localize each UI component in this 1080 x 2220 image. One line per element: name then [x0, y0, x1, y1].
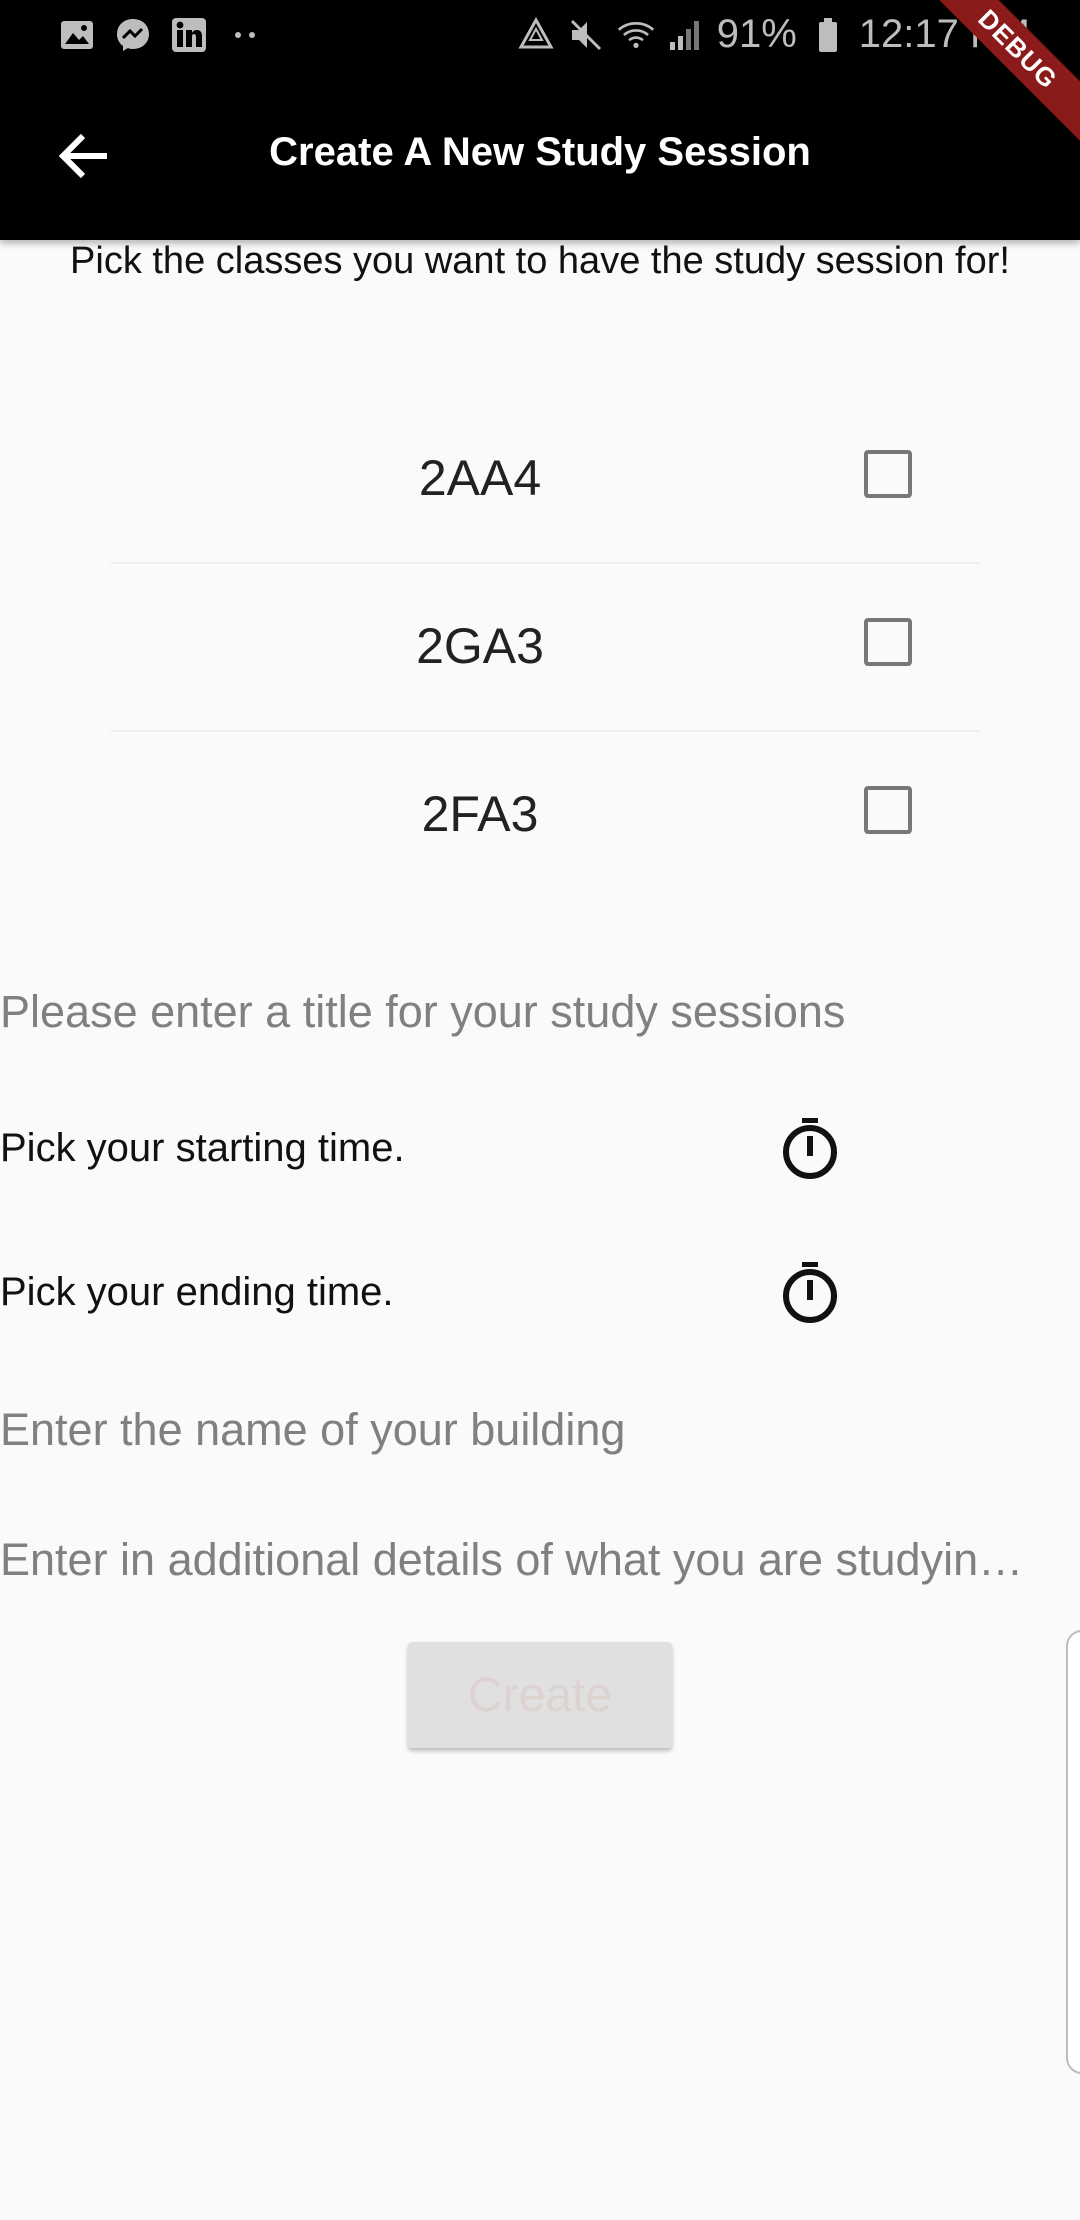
status-bar: 91% 12:17 PM	[0, 0, 1080, 72]
end-time-button[interactable]	[776, 1260, 844, 1328]
class-name: 2AA4	[418, 450, 542, 506]
recycle-icon	[517, 16, 555, 54]
details-input[interactable]	[0, 1528, 1080, 1592]
signal-icon	[667, 16, 705, 54]
system-status: 91% 12:17 PM	[517, 12, 1030, 57]
wifi-icon	[617, 16, 655, 54]
mute-icon	[567, 16, 605, 54]
instruction-text: Pick the classes you want to have the st…	[70, 240, 1010, 282]
class-name: 2FA3	[421, 786, 539, 842]
class-row: 2AA4	[110, 394, 980, 564]
start-time-button[interactable]	[776, 1116, 844, 1184]
session-title-input[interactable]	[0, 980, 1080, 1044]
side-sheet-edge	[1066, 1630, 1080, 2074]
building-input[interactable]	[0, 1398, 1080, 1462]
timer-icon	[780, 1116, 840, 1185]
timer-icon	[780, 1260, 840, 1329]
class-name: 2GA3	[416, 618, 544, 674]
more-dots-icon	[226, 16, 264, 54]
end-time-label: Pick your ending time.	[0, 1270, 394, 1314]
create-button[interactable]: Create	[408, 1642, 672, 1748]
notification-icons	[58, 16, 264, 54]
page-title: Create A New Study Session	[269, 130, 811, 174]
class-checkbox-2aa4[interactable]	[864, 450, 912, 498]
app-bar: Create A New Study Session	[0, 72, 1080, 240]
battery-percent: 91%	[716, 12, 797, 56]
class-row: 2GA3	[110, 562, 980, 732]
start-time-label: Pick your starting time.	[0, 1126, 405, 1170]
class-checkbox-2fa3[interactable]	[864, 786, 912, 834]
class-row: 2FA3	[110, 730, 980, 898]
linkedin-icon	[170, 16, 208, 54]
class-checkbox-2ga3[interactable]	[864, 618, 912, 666]
messenger-icon	[114, 16, 152, 54]
battery-icon	[809, 16, 847, 54]
gallery-icon	[58, 16, 96, 54]
